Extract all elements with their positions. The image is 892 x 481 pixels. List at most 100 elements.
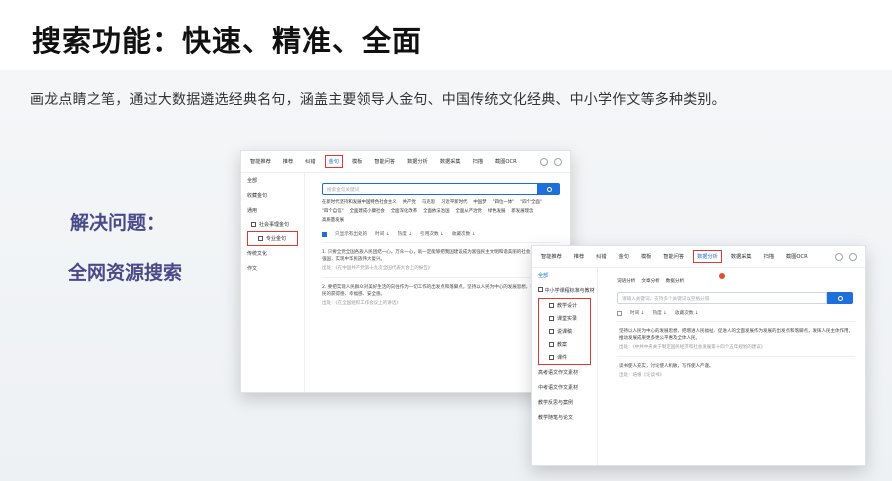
tab-quotes[interactable]: 金句: [616, 251, 632, 262]
tab-data-analysis[interactable]: 数据分析: [693, 250, 722, 263]
sidebar-subitem-professional[interactable]: 专业金句: [247, 231, 298, 246]
tab-ocr[interactable]: 截图OCR: [783, 251, 811, 262]
sidebar-subitem-courseware[interactable]: 课件: [539, 351, 590, 364]
result-text: 读书使人充实，讨论使人机敏，写作使人严谨。: [619, 364, 714, 369]
chip[interactable]: "四位一体": [493, 199, 515, 205]
doc-icon: [549, 342, 554, 347]
chip[interactable]: "四个全面": [520, 199, 542, 205]
search-button[interactable]: [827, 292, 853, 304]
solution-label: 全网资源搜索: [68, 262, 183, 284]
search-row: 请输入关键词，支持多个关键词以空格分隔: [617, 292, 853, 304]
tab-scan[interactable]: 扫描: [761, 251, 777, 262]
filter-row: 时间 ↓ 热度 ↓ 收藏次数 ↓: [617, 310, 853, 316]
result-text: 1. 只要全党全国各族人民团结一心，万众一心，就一定能够把我国建设成为富强民主文…: [322, 250, 553, 262]
sort-heat[interactable]: 热度 ↓: [398, 231, 413, 237]
search-input[interactable]: 请输入关键词，支持多个关键词以空格分隔: [617, 292, 827, 304]
tab-ocr[interactable]: 截图OCR: [492, 156, 520, 167]
sidebar-subitem-lesson-plan[interactable]: 教案: [539, 338, 590, 351]
tab-scan[interactable]: 扫描: [470, 156, 486, 167]
chip[interactable]: 绿色发展: [488, 208, 506, 214]
divider: [617, 356, 855, 357]
checkbox[interactable]: [617, 310, 622, 316]
tab-quotes[interactable]: 金句: [324, 155, 343, 168]
subtab-data-analysis[interactable]: 数据分析: [666, 278, 684, 284]
tab-correct[interactable]: 纠错: [302, 156, 318, 167]
doc-icon: [549, 303, 554, 308]
tab-qa[interactable]: 智能问答: [371, 156, 398, 167]
settings-icon[interactable]: [835, 252, 843, 261]
page-title: 搜索功能：快速、精准、全面: [32, 24, 423, 58]
sidebar-subitem-lecture-script[interactable]: 说课稿: [539, 325, 590, 338]
user-icon[interactable]: [554, 157, 562, 166]
tab-smart-recommend[interactable]: 智能推荐: [247, 156, 274, 167]
result-source: 出处：培根《论读书》: [619, 373, 664, 378]
sidebar-item-zhongkao[interactable]: 中考语文作文素材: [532, 380, 597, 395]
sort-time[interactable]: 时间 ↓: [630, 310, 645, 316]
chip[interactable]: 中国梦: [473, 199, 486, 205]
tab-template[interactable]: 模板: [349, 156, 365, 167]
tab-qa[interactable]: 智能问答: [660, 251, 687, 262]
chip[interactable]: 新发展理念: [511, 208, 533, 214]
chip[interactable]: 全面建成小康社会: [350, 208, 385, 214]
chip[interactable]: 全面深化改革: [391, 208, 417, 214]
result-item[interactable]: 2. 要把实现人民群众对美好生活的向往作为一切工作的出发点和落脚点，坚持以人民为…: [322, 284, 556, 307]
search-button[interactable]: [538, 183, 560, 195]
tab-data-collect[interactable]: 数据采集: [437, 156, 464, 167]
checkbox[interactable]: [322, 231, 327, 237]
tab-smart-recommend[interactable]: 智能推荐: [538, 251, 565, 262]
sidebar-subitem-social[interactable]: 社会事理金句: [241, 218, 304, 231]
sort-heat[interactable]: 热度 ↓: [653, 310, 668, 316]
subtab-word-analysis[interactable]: 词语分析: [617, 278, 635, 284]
chip[interactable]: 在新时代坚持和发展中国特色社会主义: [322, 199, 397, 205]
sidebar-subitems-box: 教学设计 课堂实录 说课稿 教案 课件: [538, 298, 591, 365]
sidebar-item-traditional[interactable]: 传统文化: [241, 246, 304, 261]
tab-recommend[interactable]: 推荐: [571, 251, 587, 262]
subtab-article-analysis[interactable]: 文章分析: [641, 278, 659, 284]
sidebar-group-curriculum[interactable]: 中小学课程标准与教材: [532, 283, 597, 298]
divider: [322, 277, 560, 278]
tab-template[interactable]: 模板: [638, 251, 654, 262]
sidebar-item-all[interactable]: 全部: [241, 173, 304, 188]
result-item[interactable]: 读书使人充实，讨论使人机敏，写作使人严谨。 出处：培根《论读书》: [619, 363, 853, 379]
search-input[interactable]: 搜索金句关键词: [322, 183, 538, 195]
problem-label: 解决问题：: [70, 212, 166, 234]
chip[interactable]: 高质量发展: [322, 217, 344, 223]
chip[interactable]: "四个自信": [322, 208, 344, 214]
doc-icon: [549, 329, 554, 334]
tab-data-analysis[interactable]: 数据分析: [404, 156, 431, 167]
sort-favorites[interactable]: 收藏次数 ↓: [675, 310, 699, 316]
sidebar-subitem-class-record[interactable]: 课堂实录: [539, 312, 590, 325]
sort-citations[interactable]: 引用次数 ↓: [420, 231, 444, 237]
search-icon: [546, 186, 552, 192]
sidebar-item-favorites[interactable]: 收藏金句: [241, 188, 304, 203]
sidebar: 全部 中小学课程标准与教材 教学设计 课堂实录 说课稿 教案 课件 高考语文作文…: [532, 268, 598, 465]
sort-favorites[interactable]: 收藏次数 ↓: [452, 231, 476, 237]
sidebar-subitem-lesson-design[interactable]: 教学设计: [539, 299, 590, 312]
sidebar-item-all[interactable]: 全部: [532, 268, 597, 283]
user-icon[interactable]: [849, 252, 857, 261]
doc-icon: [549, 355, 554, 360]
sidebar-item-essays[interactable]: 教学随笔与论文: [532, 410, 597, 425]
chip[interactable]: 共产党: [403, 199, 416, 205]
sidebar-item-gaokao[interactable]: 高考语文作文素材: [532, 365, 597, 380]
result-text: 2. 要把实现人民群众对美好生活的向往作为一切工作的出发点和落脚点，坚持以人民为…: [322, 285, 553, 297]
chip[interactable]: 全面从严治党: [455, 208, 481, 214]
top-nav: 智能推荐 推荐 纠错 金句 模板 智能问答 数据分析 数据采集 扫描 截图OCR: [532, 246, 865, 268]
chip[interactable]: 马克思: [422, 199, 435, 205]
sort-time[interactable]: 时间 ↓: [375, 231, 390, 237]
result-item[interactable]: 1. 只要全党全国各族人民团结一心，万众一心，就一定能够把我国建设成为富强民主文…: [322, 249, 556, 272]
tab-correct[interactable]: 纠错: [593, 251, 609, 262]
main-content: 词语分析 文章分析 数据分析 请输入关键词，支持多个关键词以空格分隔 时间 ↓ …: [599, 268, 865, 465]
sidebar-item-essay[interactable]: 作文: [241, 261, 304, 276]
settings-icon[interactable]: [540, 157, 548, 166]
tab-data-collect[interactable]: 数据采集: [728, 251, 755, 262]
chip[interactable]: 习近平新时代: [441, 199, 467, 205]
result-item[interactable]: 坚持以人民为中心的发展思想，把增进人民福祉、促进人的全面发展作为发展的出发点和落…: [619, 328, 853, 351]
sidebar-item-reflection[interactable]: 教学反思与案例: [532, 395, 597, 410]
tab-recommend[interactable]: 推荐: [280, 156, 296, 167]
divider: [322, 242, 560, 243]
sidebar-item-general[interactable]: 通用: [241, 203, 304, 218]
chip[interactable]: 全面依法治国: [423, 208, 449, 214]
doc-icon: [549, 316, 554, 321]
result-text: 坚持以人民为中心的发展思想，把增进人民福祉、促进人的全面发展作为发展的出发点和落…: [619, 329, 853, 341]
